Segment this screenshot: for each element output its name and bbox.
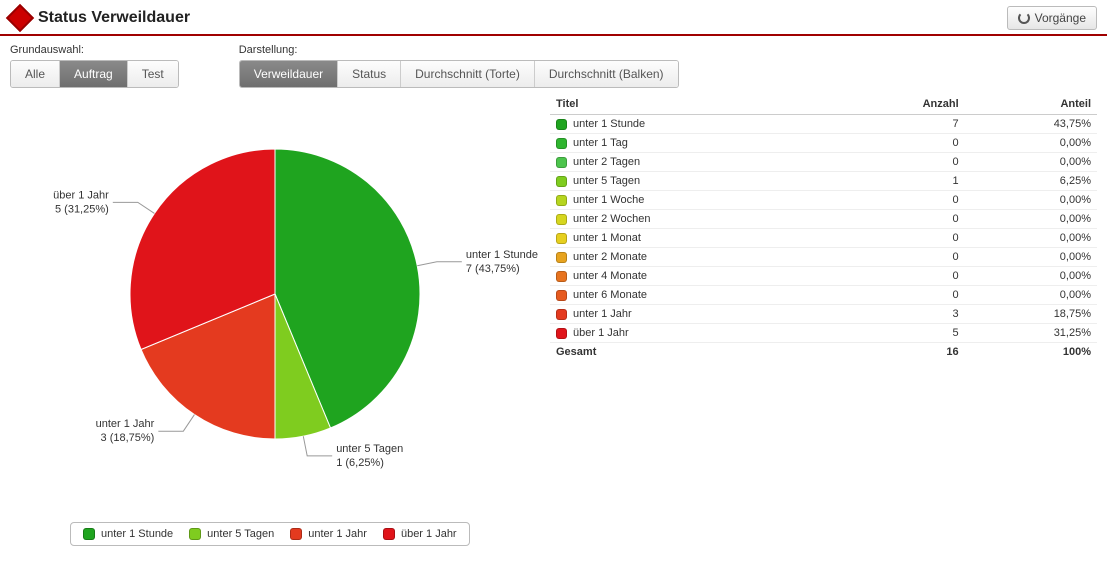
page-title: Status Verweildauer <box>38 9 190 27</box>
callout-line <box>113 202 155 213</box>
callout-value: 7 (43,75%) <box>466 263 520 275</box>
row-swatch-icon <box>556 309 567 320</box>
legend-item: unter 1 Stunde <box>83 528 173 540</box>
table-row: unter 5 Tagen16,25% <box>550 172 1097 191</box>
table-total-row: Gesamt16100% <box>550 343 1097 362</box>
callout-value: 3 (18,75%) <box>101 432 155 444</box>
col-count: Anzahl <box>836 94 965 115</box>
darstellung-option-1[interactable]: Status <box>338 61 401 87</box>
actions-button-label: Vorgänge <box>1035 11 1086 25</box>
app-logo-icon <box>6 4 34 32</box>
legend-swatch-icon <box>189 528 201 540</box>
darstellung-label: Darstellung: <box>239 44 679 56</box>
grundauswahl-option-2[interactable]: Test <box>128 61 178 87</box>
callout-value: 5 (31,25%) <box>55 203 109 215</box>
row-swatch-icon <box>556 138 567 149</box>
callout-line <box>158 415 194 432</box>
pie-chart: unter 1 Stunde 7 (43,75%) unter 5 Tagen 1 (… <box>10 94 540 514</box>
row-swatch-icon <box>556 176 567 187</box>
table-row: über 1 Jahr531,25% <box>550 324 1097 343</box>
chart-legend: unter 1 Stunde unter 5 Tagen unter 1 Jahr ü… <box>70 522 470 546</box>
legend-item: unter 1 Jahr <box>290 528 367 540</box>
callout-value: 1 (6,25%) <box>336 457 384 469</box>
callout-line <box>417 262 462 266</box>
legend-swatch-icon <box>383 528 395 540</box>
actions-button[interactable]: Vorgänge <box>1007 6 1097 30</box>
legend-item: unter 5 Tagen <box>189 528 274 540</box>
row-swatch-icon <box>556 157 567 168</box>
row-swatch-icon <box>556 252 567 263</box>
chart-column: unter 1 Stunde 7 (43,75%) unter 5 Tagen 1 (… <box>10 94 540 546</box>
table-row: unter 4 Monate00,00% <box>550 267 1097 286</box>
table-row: unter 1 Jahr318,75% <box>550 305 1097 324</box>
col-share: Anteil <box>965 94 1097 115</box>
callout-label: unter 1 Jahr <box>96 418 155 430</box>
table-row: unter 2 Tagen00,00% <box>550 153 1097 172</box>
table-row: unter 1 Woche00,00% <box>550 191 1097 210</box>
table-column: Titel Anzahl Anteil unter 1 Stunde743,75… <box>550 94 1097 546</box>
row-swatch-icon <box>556 119 567 130</box>
row-swatch-icon <box>556 214 567 225</box>
grundauswahl-label: Grundauswahl: <box>10 44 179 56</box>
darstellung-option-2[interactable]: Durchschnitt (Torte) <box>401 61 535 87</box>
callout-label: über 1 Jahr <box>53 189 109 201</box>
darstellung-segmented: VerweildauerStatusDurchschnitt (Torte)Du… <box>239 60 679 88</box>
legend-item: über 1 Jahr <box>383 528 457 540</box>
callout-line <box>303 436 332 456</box>
header-bar: Status Verweildauer Vorgänge <box>0 0 1107 36</box>
row-swatch-icon <box>556 195 567 206</box>
grundauswahl-segmented: AlleAuftragTest <box>10 60 179 88</box>
row-swatch-icon <box>556 328 567 339</box>
callout-label: unter 5 Tagen <box>336 443 403 455</box>
darstellung-option-0[interactable]: Verweildauer <box>240 61 338 87</box>
darstellung-option-3[interactable]: Durchschnitt (Balken) <box>535 61 678 87</box>
row-swatch-icon <box>556 233 567 244</box>
reload-icon <box>1018 12 1030 24</box>
table-row: unter 1 Monat00,00% <box>550 229 1097 248</box>
row-swatch-icon <box>556 290 567 301</box>
col-title: Titel <box>550 94 836 115</box>
table-row: unter 2 Wochen00,00% <box>550 210 1097 229</box>
filter-bar: Grundauswahl: AlleAuftragTest Darstellun… <box>0 36 1107 94</box>
table-row: unter 6 Monate00,00% <box>550 286 1097 305</box>
table-row: unter 1 Tag00,00% <box>550 134 1097 153</box>
grundauswahl-option-0[interactable]: Alle <box>11 61 60 87</box>
table-row: unter 2 Monate00,00% <box>550 248 1097 267</box>
data-table: Titel Anzahl Anteil unter 1 Stunde743,75… <box>550 94 1097 361</box>
legend-swatch-icon <box>290 528 302 540</box>
grundauswahl-option-1[interactable]: Auftrag <box>60 61 128 87</box>
table-row: unter 1 Stunde743,75% <box>550 115 1097 134</box>
legend-swatch-icon <box>83 528 95 540</box>
row-swatch-icon <box>556 271 567 282</box>
callout-label: unter 1 Stunde <box>466 249 538 261</box>
